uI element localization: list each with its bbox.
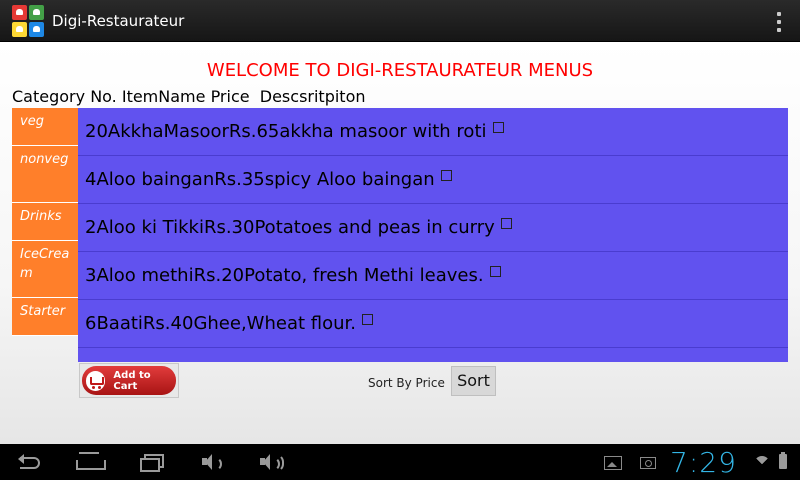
welcome-heading: WELCOME TO DIGI-RESTAURATEUR MENUS — [206, 60, 594, 81]
item-description: Potatoes and peas in curry — [254, 217, 495, 238]
category-starter[interactable]: Starter — [12, 298, 78, 336]
add-to-cart-button[interactable]: Add to Cart — [79, 363, 179, 398]
column-headers: Category No. ItemName Price Descsritpito… — [12, 87, 366, 106]
category-veg[interactable]: veg — [12, 108, 78, 146]
header-item-name: ItemName — [121, 87, 206, 106]
item-name: AkkhaMasoor — [107, 121, 229, 142]
item-no: 6 — [85, 313, 97, 334]
back-icon[interactable] — [18, 454, 42, 470]
item-checkbox[interactable] — [440, 170, 452, 181]
system-bar: 7:29 — [0, 444, 800, 480]
item-price: Rs.35 — [214, 169, 265, 190]
sort-button[interactable]: Sort — [451, 366, 496, 396]
item-checkbox[interactable] — [500, 218, 512, 229]
item-name: Baati — [96, 313, 143, 334]
header-no: No. — [90, 87, 117, 106]
item-no: 2 — [85, 217, 97, 238]
menu-row[interactable]: 6 Baati Rs.40 Ghee,Wheat flour. — [78, 300, 788, 348]
wifi-icon — [754, 456, 770, 472]
item-checkbox[interactable] — [492, 122, 504, 133]
category-drinks[interactable]: Drinks — [12, 203, 78, 241]
item-no: 4 — [85, 169, 97, 190]
item-price: Rs.40 — [142, 313, 194, 334]
item-price: Rs.30 — [203, 217, 255, 238]
item-price: Rs.20 — [193, 265, 245, 286]
action-bar: Digi-Restaurateur — [0, 0, 800, 42]
app-title: Digi-Restaurateur — [52, 12, 185, 30]
header-price: Price — [210, 87, 250, 106]
home-icon[interactable] — [76, 454, 106, 470]
item-description: akkha masoor with roti — [279, 121, 487, 142]
item-name: Aloo ki Tikki — [96, 217, 204, 238]
item-description: Ghee,Wheat flour. — [193, 313, 356, 334]
item-description: Potato, fresh Methi leaves. — [244, 265, 484, 286]
item-checkbox[interactable] — [489, 266, 501, 277]
shopping-cart-icon — [86, 370, 106, 391]
camera-notification-icon — [640, 457, 656, 469]
item-price: Rs.65 — [228, 121, 280, 142]
item-no: 20 — [85, 121, 108, 142]
menu-row[interactable]: 4 Aloo baingan Rs.35 spicy Aloo baingan — [78, 156, 788, 204]
category-list: veg nonveg Drinks IceCream Starter — [12, 108, 78, 336]
item-name: Aloo baingan — [96, 169, 215, 190]
item-no: 3 — [85, 265, 97, 286]
menu-row[interactable]: 2 Aloo ki Tikki Rs.30 Potatoes and peas … — [78, 204, 788, 252]
item-checkbox[interactable] — [361, 314, 373, 325]
item-name: Aloo methi — [96, 265, 194, 286]
header-description: Descsritpiton — [259, 87, 366, 106]
menu-row[interactable]: 3 Aloo methi Rs.20 Potato, fresh Methi l… — [78, 252, 788, 300]
menu-row[interactable]: 20 AkkhaMasoor Rs.65 akkha masoor with r… — [78, 108, 788, 156]
recent-apps-icon[interactable] — [140, 454, 164, 472]
app-logo-icon — [12, 5, 44, 37]
volume-up-icon[interactable] — [260, 454, 284, 472]
overflow-menu-icon[interactable] — [776, 12, 782, 32]
header-category: Category — [12, 87, 86, 106]
content-area: WELCOME TO DIGI-RESTAURATEUR MENUS Categ… — [0, 42, 800, 444]
menu-list: 20 AkkhaMasoor Rs.65 akkha masoor with r… — [78, 108, 788, 362]
status-clock: 7:29 — [670, 446, 737, 479]
category-icecream[interactable]: IceCream — [12, 241, 78, 298]
battery-icon — [779, 452, 787, 469]
add-to-cart-label: Add to Cart — [113, 369, 151, 392]
picture-notification-icon — [604, 456, 622, 470]
add-to-cart-pill: Add to Cart — [82, 366, 176, 395]
volume-down-icon[interactable] — [202, 454, 222, 471]
sort-by-price-label: Sort By Price — [368, 376, 445, 390]
category-nonveg[interactable]: nonveg — [12, 146, 78, 203]
item-description: spicy Aloo baingan — [264, 169, 435, 190]
